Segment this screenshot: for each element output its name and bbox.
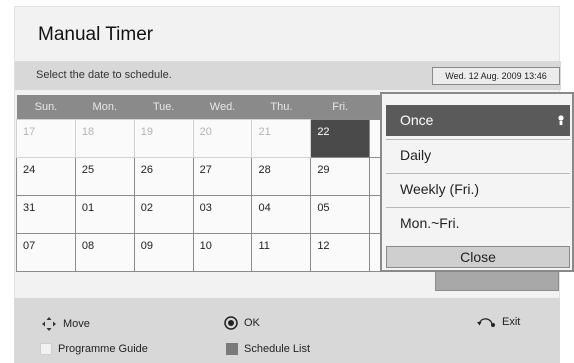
move-hint: Move bbox=[41, 316, 90, 332]
calendar-day[interactable]: 27 bbox=[192, 156, 253, 196]
move-label: Move bbox=[63, 318, 90, 330]
repeat-option-weekdays[interactable]: Mon.~Fri. bbox=[386, 207, 570, 238]
programme-guide-hint[interactable]: Programme Guide bbox=[40, 343, 148, 355]
weekday-wed: Wed. bbox=[193, 95, 252, 119]
calendar-day[interactable]: 31 bbox=[16, 194, 76, 234]
ok-button-icon bbox=[224, 316, 238, 330]
footer-bar: Move OK Exit Programme Guide Schedule Li… bbox=[14, 298, 560, 363]
calendar-day[interactable]: 11 bbox=[251, 232, 312, 272]
calendar-day[interactable]: 04 bbox=[251, 194, 312, 234]
schedule-list-hint[interactable]: Schedule List bbox=[226, 343, 310, 355]
calendar-day-selected[interactable]: 22 bbox=[310, 118, 371, 158]
calendar-day[interactable]: 08 bbox=[74, 232, 135, 272]
repeat-dropdown[interactable]: Once Daily Weekly (Fri.) Mon.~Fri. Close bbox=[380, 92, 574, 272]
close-button[interactable]: Close bbox=[386, 246, 570, 268]
repeat-option-weekly[interactable]: Weekly (Fri.) bbox=[386, 173, 570, 204]
move-arrows-icon bbox=[42, 317, 56, 331]
calendar-grid: Sun. Mon. Tue. Wed. Thu. Fri. 17 18 19 2… bbox=[16, 95, 429, 272]
weekday-fri: Fri. bbox=[310, 95, 370, 119]
calendar-day: 21 bbox=[251, 118, 312, 158]
repeat-option-once[interactable]: Once bbox=[386, 105, 570, 136]
calendar-day[interactable]: 25 bbox=[74, 156, 135, 196]
ok-hint: OK bbox=[224, 316, 260, 330]
calendar-day[interactable]: 28 bbox=[251, 156, 312, 196]
calendar-day[interactable]: 05 bbox=[310, 194, 371, 234]
programme-guide-label: Programme Guide bbox=[58, 343, 148, 355]
exit-hint: Exit bbox=[476, 316, 520, 328]
instruction-text: Select the date to schedule. bbox=[36, 69, 172, 81]
calendar-day[interactable]: 03 bbox=[192, 194, 253, 234]
calendar-day[interactable]: 02 bbox=[133, 194, 194, 234]
calendar-day[interactable]: 01 bbox=[74, 194, 135, 234]
current-datetime: Wed. 12 Aug. 2009 13:46 bbox=[432, 67, 560, 85]
ok-label: OK bbox=[244, 317, 260, 329]
calendar-day[interactable]: 12 bbox=[310, 232, 371, 272]
calendar-day[interactable]: 26 bbox=[133, 156, 194, 196]
scroll-arrows-icon bbox=[558, 115, 564, 125]
calendar-week: 31 01 02 03 04 05 bbox=[16, 194, 429, 234]
repeat-option-daily[interactable]: Daily bbox=[386, 139, 570, 170]
schedule-list-label: Schedule List bbox=[244, 343, 311, 355]
color-key-icon bbox=[40, 343, 52, 355]
calendar-week: 07 08 09 10 11 12 bbox=[16, 232, 429, 272]
calendar-week: 17 18 19 20 21 22 bbox=[16, 118, 429, 158]
exit-label: Exit bbox=[502, 316, 521, 328]
calendar-day: 17 bbox=[16, 118, 76, 158]
weekday-sun: Sun. bbox=[16, 95, 76, 119]
weekday-thu: Thu. bbox=[251, 95, 311, 119]
weekday-mon: Mon. bbox=[75, 95, 135, 119]
calendar-week: 24 25 26 27 28 29 bbox=[16, 156, 429, 196]
repeat-option-label: Once bbox=[400, 112, 434, 128]
calendar-day: 20 bbox=[192, 118, 253, 158]
calendar-day: 18 bbox=[74, 118, 135, 158]
weekday-tue: Tue. bbox=[134, 95, 194, 119]
calendar-day[interactable]: 07 bbox=[16, 232, 76, 272]
calendar-day[interactable]: 29 bbox=[310, 156, 371, 196]
calendar-day: 19 bbox=[133, 118, 194, 158]
instruction-bar: Select the date to schedule. Wed. 12 Aug… bbox=[15, 61, 561, 90]
calendar-day[interactable]: 09 bbox=[133, 232, 194, 272]
return-arrow-icon bbox=[477, 318, 495, 327]
page-title: Manual Timer bbox=[38, 24, 154, 45]
calendar-day[interactable]: 10 bbox=[192, 232, 253, 272]
calendar-day[interactable]: 24 bbox=[16, 156, 76, 196]
color-key-icon bbox=[226, 343, 238, 355]
